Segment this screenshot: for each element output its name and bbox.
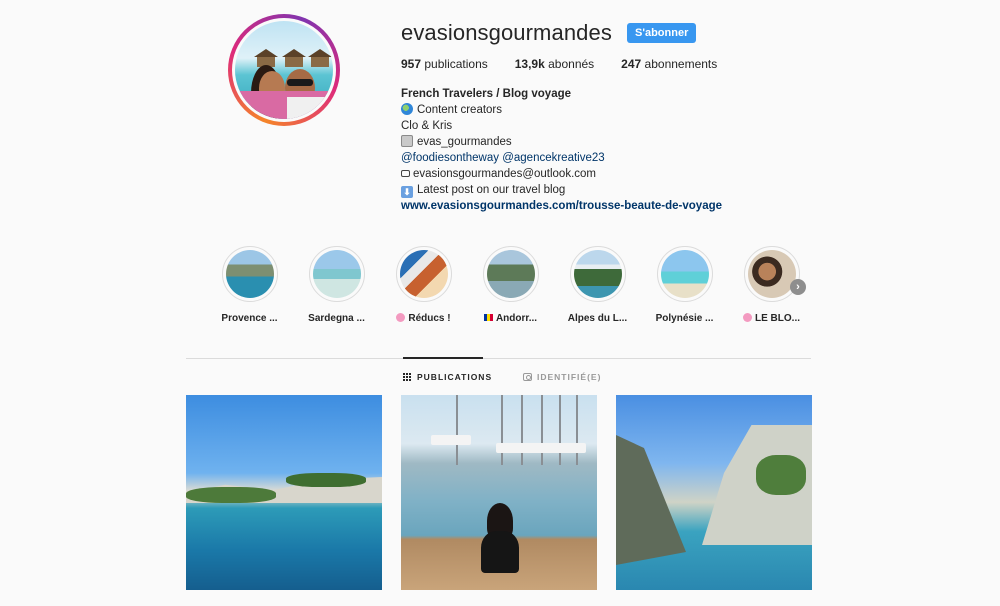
mention-link[interactable]: @foodiesontheway xyxy=(401,152,499,164)
highlight-label: Réducs ! xyxy=(396,313,451,324)
highlight-label: Sardegna ... xyxy=(308,313,365,324)
down-arrow-icon: ⬇ xyxy=(401,186,413,198)
stat-following[interactable]: 247 abonnements xyxy=(621,57,717,71)
profile-stats: 957 publications 13,9k abonnés 247 abonn… xyxy=(401,57,744,71)
bio-line: evas_gourmandes xyxy=(401,134,722,150)
bio-email: evasionsgourmandes@outlook.com xyxy=(401,166,722,182)
tab-publications-label: PUBLICATIONS xyxy=(417,372,493,382)
avatar-photo xyxy=(235,21,333,119)
profile-username: evasionsgourmandes xyxy=(401,20,612,45)
bio-line: Content creators xyxy=(401,102,722,118)
flower-icon xyxy=(743,313,752,322)
highlight-item[interactable]: Andorr... xyxy=(467,246,554,324)
person-figure xyxy=(479,503,521,573)
highlight-item[interactable]: Alpes du L... xyxy=(554,246,641,324)
highlight-item[interactable]: Polynésie ... xyxy=(641,246,728,324)
bio-name: French Travelers / Blog voyage xyxy=(401,88,572,100)
tab-tagged[interactable]: IDENTIFIÉ(E) xyxy=(523,372,601,382)
profile-avatar[interactable] xyxy=(228,14,340,126)
tab-publications[interactable]: PUBLICATIONS xyxy=(403,372,492,382)
bio-line: ⬇ Latest post on our travel blog xyxy=(401,182,722,198)
tag-icon xyxy=(523,373,532,381)
highlight-label: Andorr... xyxy=(483,313,537,324)
highlight-thumbnail xyxy=(486,250,535,298)
post-thumbnail[interactable] xyxy=(186,395,382,590)
active-tab-indicator xyxy=(403,357,483,359)
bio-line: Clo & Kris xyxy=(401,120,453,132)
stat-followers[interactable]: 13,9k abonnés xyxy=(515,57,594,71)
bio-website-link[interactable]: www.evasionsgourmandes.com/trousse-beaut… xyxy=(401,198,722,214)
follow-button[interactable]: S'abonner xyxy=(627,23,697,43)
globe-icon xyxy=(401,103,413,115)
grid-icon xyxy=(403,372,412,382)
profile-bio: French Travelers / Blog voyage Content c… xyxy=(401,86,722,214)
post-thumbnail[interactable] xyxy=(401,395,597,590)
story-highlights: Provence ... Sardegna ... Réducs ! Andor… xyxy=(206,246,815,324)
highlights-next-arrow-icon[interactable]: › xyxy=(790,279,806,295)
highlight-thumbnail xyxy=(660,250,709,298)
tab-tagged-label: IDENTIFIÉ(E) xyxy=(537,372,602,382)
camera-icon xyxy=(401,135,413,147)
highlight-thumbnail xyxy=(312,250,361,298)
highlight-label: Polynésie ... xyxy=(655,313,714,324)
bio-mentions: @foodiesontheway @agencekreative23 xyxy=(401,150,722,166)
highlight-thumbnail xyxy=(747,250,796,298)
highlight-item[interactable]: Réducs ! xyxy=(380,246,467,324)
highlight-item[interactable]: Sardegna ... xyxy=(293,246,380,324)
post-thumbnail[interactable] xyxy=(616,395,812,590)
highlight-label: Alpes du L... xyxy=(567,313,628,324)
highlight-label: Provence ... xyxy=(221,313,278,324)
tabs-divider xyxy=(186,358,811,359)
highlight-label: LE BLO... xyxy=(743,313,800,324)
highlight-thumbnail xyxy=(225,250,274,298)
andorra-flag-icon xyxy=(483,314,493,321)
highlight-thumbnail xyxy=(573,250,622,298)
mention-link[interactable]: @agencekreative23 xyxy=(502,152,604,164)
highlight-thumbnail xyxy=(399,250,448,298)
highlight-item[interactable]: Provence ... xyxy=(206,246,293,324)
stat-publications: 957 publications xyxy=(401,57,488,71)
flower-icon xyxy=(396,313,406,322)
envelope-icon xyxy=(401,170,410,177)
